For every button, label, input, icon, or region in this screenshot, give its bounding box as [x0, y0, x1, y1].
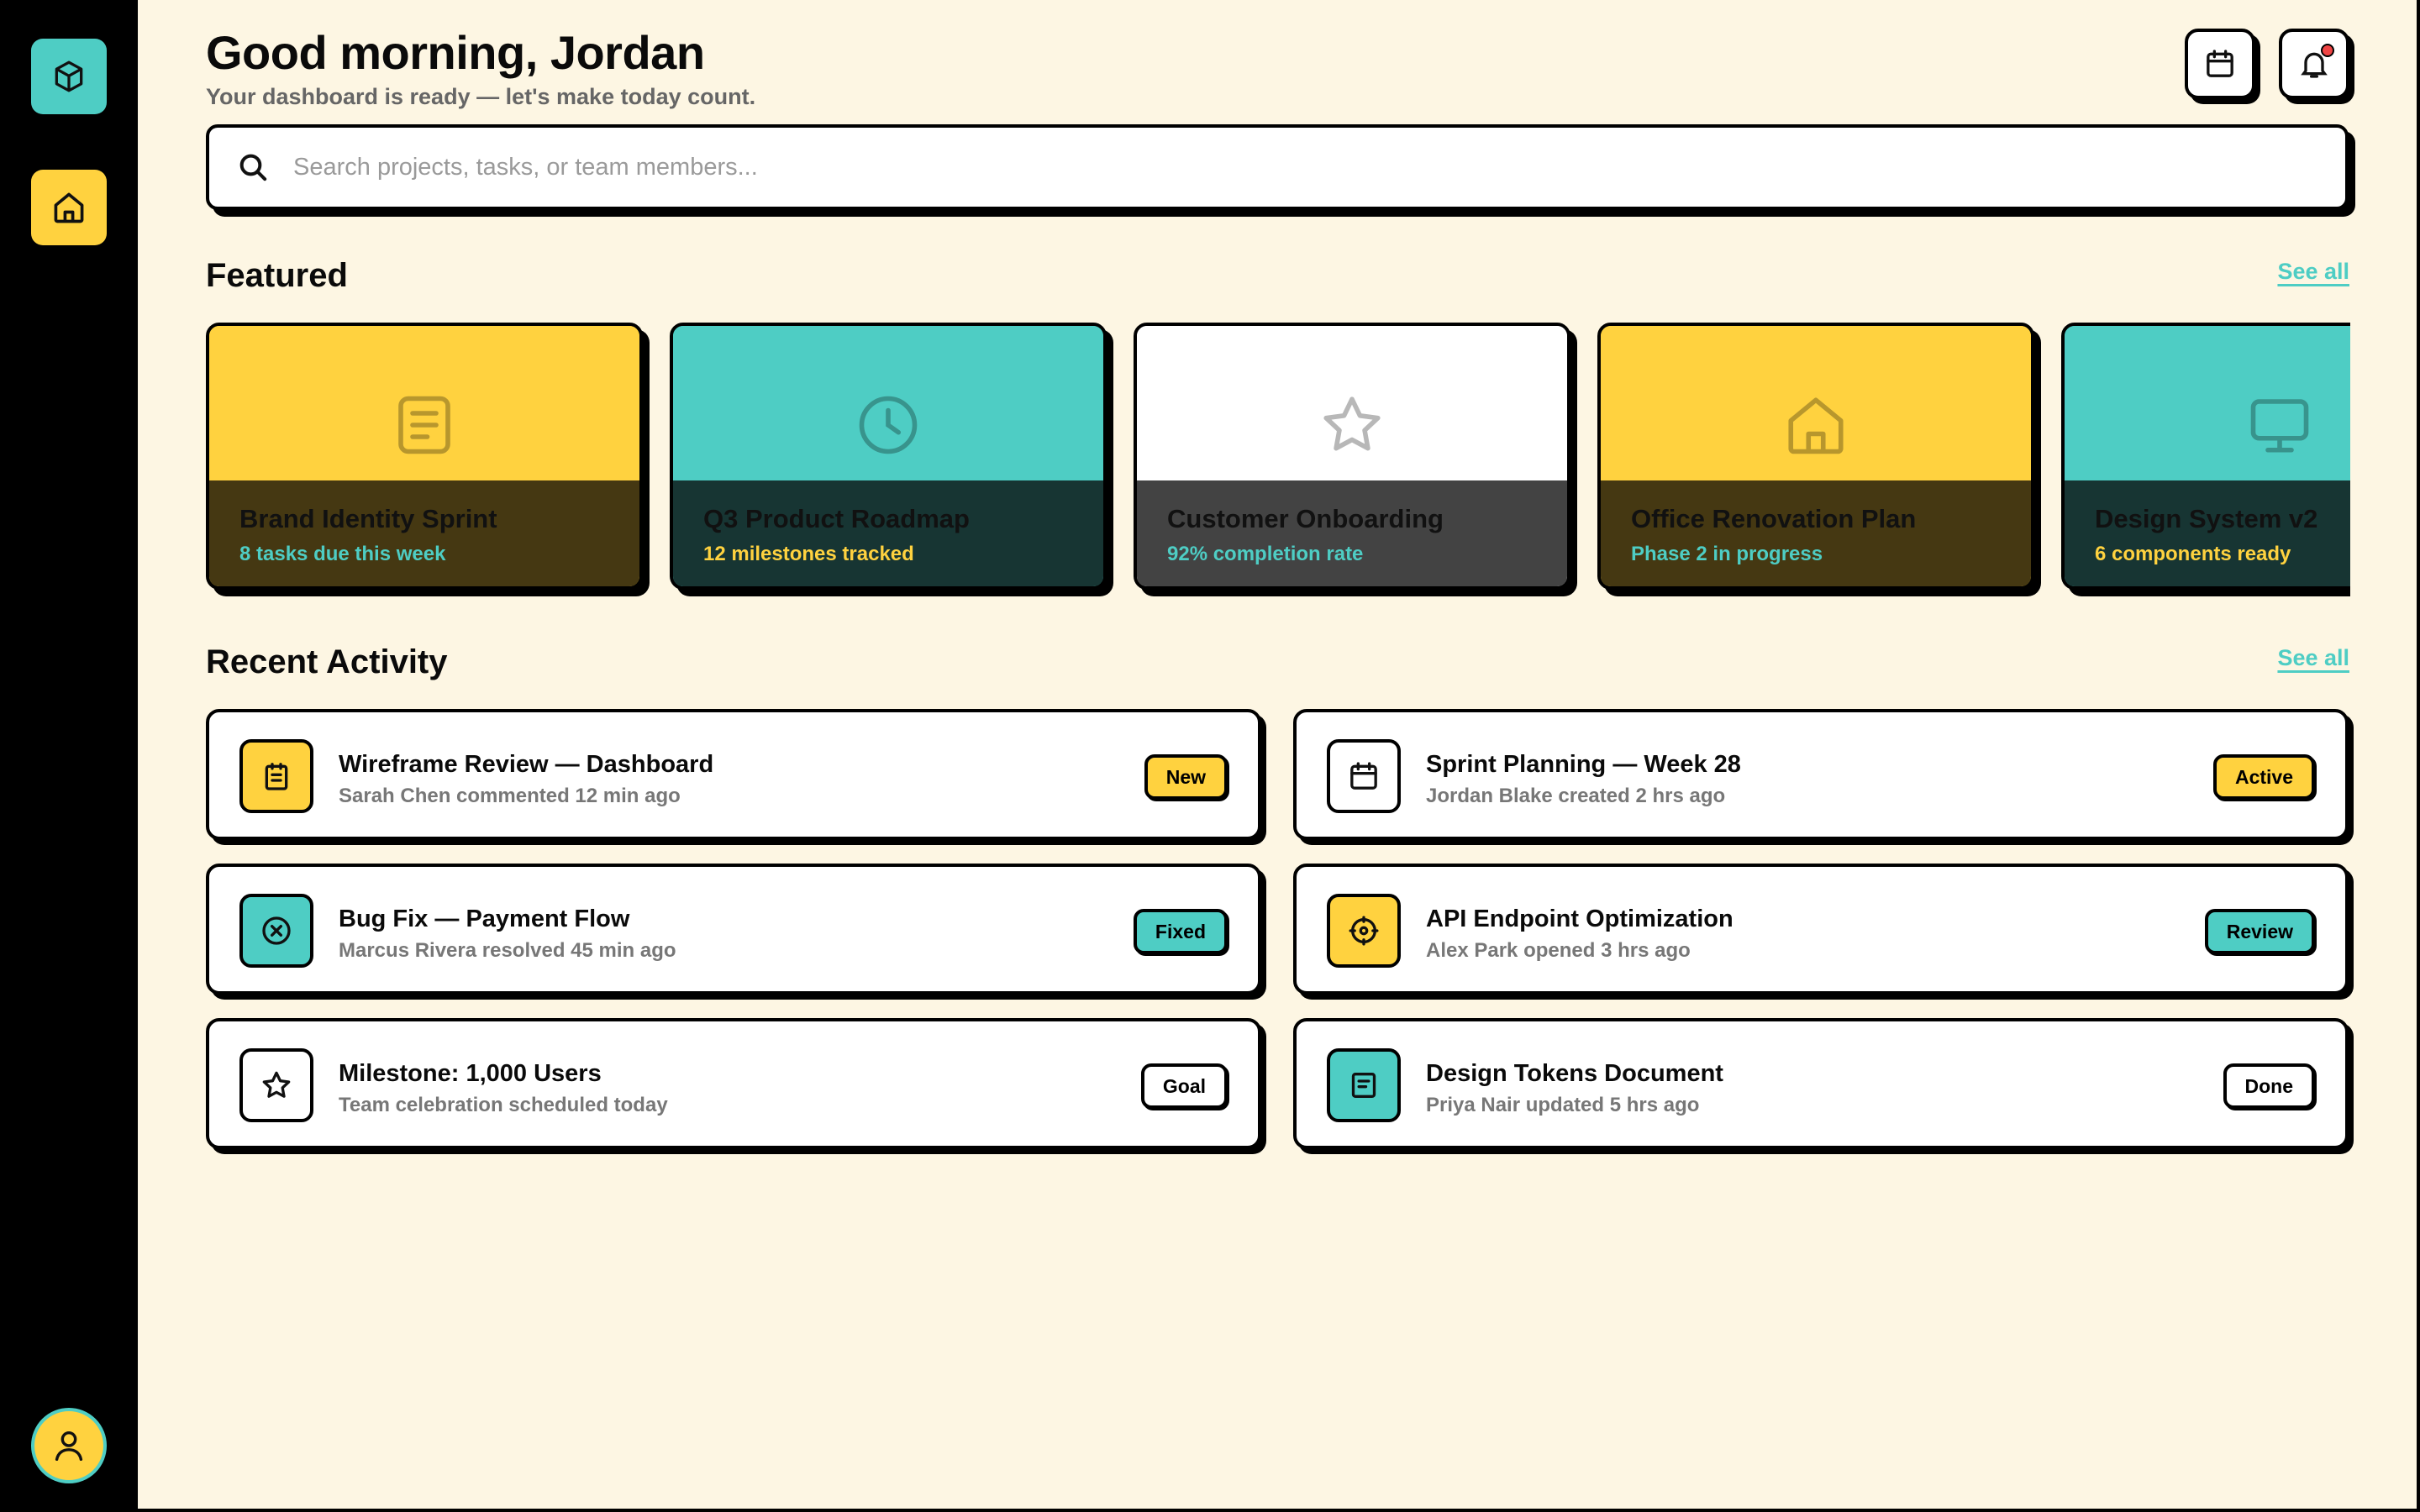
card-art [673, 326, 1103, 480]
star-icon [1323, 396, 1381, 451]
activity-item[interactable]: Bug Fix — Payment Flow Marcus Rivera res… [206, 864, 1261, 995]
activity-meta: Jordan Blake created 2 hrs ago [1426, 785, 1726, 807]
featured-carousel[interactable]: Brand Identity Sprint 8 tasks due this w… [206, 323, 2350, 600]
search-icon [239, 154, 267, 181]
card-overlay: Customer Onboarding 92% completion rate [1137, 480, 1567, 586]
status-badge: Active [2212, 754, 2315, 800]
page-title: Good morning, Jordan [206, 26, 705, 79]
status-badge: New [1144, 754, 1228, 800]
main-content: Good morning, Jordan Your dashboard is r… [138, 0, 2417, 1509]
search-input[interactable] [293, 153, 2226, 181]
activity-icon-box [1327, 739, 1401, 813]
cube-icon [55, 60, 83, 92]
featured-card[interactable]: Office Renovation Plan Phase 2 in progre… [1597, 323, 2034, 590]
activity-icon-box [1327, 1048, 1401, 1122]
page-subtitle: Your dashboard is ready — let's make tod… [206, 84, 756, 109]
activity-item[interactable]: Design Tokens Document Priya Nair update… [1293, 1018, 2349, 1149]
featured-card[interactable]: Q3 Product Roadmap 12 milestones tracked [670, 323, 1107, 590]
card-title: Office Renovation Plan [1631, 504, 1917, 533]
status-badge: Review [2204, 909, 2315, 954]
logo-button[interactable] [31, 39, 107, 114]
card-subtitle: 92% completion rate [1167, 543, 1364, 565]
card-subtitle: Phase 2 in progress [1631, 543, 1823, 565]
activity-item[interactable]: Milestone: 1,000 Users Team celebration … [206, 1018, 1261, 1149]
user-avatar-button[interactable] [31, 1408, 107, 1483]
home-icon [54, 192, 84, 223]
activity-meta: Priya Nair updated 5 hrs ago [1426, 1094, 1700, 1116]
card-overlay: Office Renovation Plan Phase 2 in progre… [1601, 480, 2031, 586]
home-icon [1788, 397, 1844, 454]
user-icon [55, 1431, 83, 1462]
featured-card[interactable]: Brand Identity Sprint 8 tasks due this w… [206, 323, 643, 590]
star-icon [262, 1071, 291, 1098]
card-overlay: Brand Identity Sprint 8 tasks due this w… [209, 480, 639, 586]
card-art [1137, 326, 1567, 480]
featured-card[interactable]: Customer Onboarding 92% completion rate [1134, 323, 1570, 590]
featured-card[interactable]: Design System v2 6 components ready [2061, 323, 2350, 590]
card-art [2065, 326, 2350, 480]
card-title: Design System v2 [2095, 504, 2318, 533]
activity-item[interactable]: API Endpoint Optimization Alex Park open… [1293, 864, 2349, 995]
monitor-icon [2250, 399, 2309, 453]
calendar-icon [2207, 50, 2233, 77]
clock-icon [859, 396, 918, 454]
activity-meta: Marcus Rivera resolved 45 min ago [339, 939, 676, 962]
notifications-button[interactable] [2279, 29, 2349, 99]
calendar-icon [1350, 762, 1377, 790]
activity-meta: Sarah Chen commented 12 min ago [339, 785, 681, 807]
card-title: Q3 Product Roadmap [703, 504, 970, 533]
activity-meta: Alex Park opened 3 hrs ago [1426, 939, 1691, 962]
card-subtitle: 6 components ready [2095, 543, 2291, 565]
close-circle-icon [262, 916, 291, 945]
document-icon [1351, 1073, 1376, 1098]
activity-icon-box [239, 739, 313, 813]
card-overlay: Design System v2 6 components ready [2065, 480, 2350, 586]
notification-dot [2321, 44, 2334, 57]
recent-activity-heading: Recent Activity [206, 643, 448, 680]
card-title: Brand Identity Sprint [239, 504, 497, 533]
activity-title: Bug Fix — Payment Flow [339, 906, 630, 932]
card-title: Customer Onboarding [1167, 504, 1444, 533]
target-icon [1349, 916, 1379, 946]
card-subtitle: 8 tasks due this week [239, 543, 446, 565]
activity-meta: Team celebration scheduled today [339, 1094, 668, 1116]
activity-title: Sprint Planning — Week 28 [1426, 751, 1741, 778]
document-icon [398, 396, 450, 454]
clipboard-icon [265, 763, 288, 790]
activity-icon-box [1327, 894, 1401, 968]
status-badge: Goal [1140, 1063, 1228, 1109]
app-root: Good morning, Jordan Your dashboard is r… [0, 0, 2420, 1512]
card-subtitle: 12 milestones tracked [703, 543, 914, 565]
sidebar [0, 0, 138, 1512]
recent-see-all-link[interactable]: See all [2277, 645, 2349, 671]
featured-heading: Featured [206, 257, 348, 294]
sidebar-item-home[interactable] [31, 170, 107, 245]
status-badge: Done [2223, 1063, 2315, 1109]
featured-see-all-link[interactable]: See all [2277, 259, 2349, 285]
activity-item[interactable]: Wireframe Review — Dashboard Sarah Chen … [206, 709, 1261, 840]
card-art [209, 326, 639, 480]
activity-icon-box [239, 894, 313, 968]
card-overlay: Q3 Product Roadmap 12 milestones tracked [673, 480, 1103, 586]
search-bar[interactable] [206, 124, 2349, 210]
calendar-button[interactable] [2185, 29, 2255, 99]
activity-title: Milestone: 1,000 Users [339, 1060, 602, 1087]
card-art [1601, 326, 2031, 480]
status-badge: Fixed [1133, 909, 1228, 954]
activity-item[interactable]: Sprint Planning — Week 28 Jordan Blake c… [1293, 709, 2349, 840]
activity-title: Wireframe Review — Dashboard [339, 751, 714, 778]
activity-title: API Endpoint Optimization [1426, 906, 1733, 932]
activity-icon-box [239, 1048, 313, 1122]
activity-title: Design Tokens Document [1426, 1060, 1723, 1087]
